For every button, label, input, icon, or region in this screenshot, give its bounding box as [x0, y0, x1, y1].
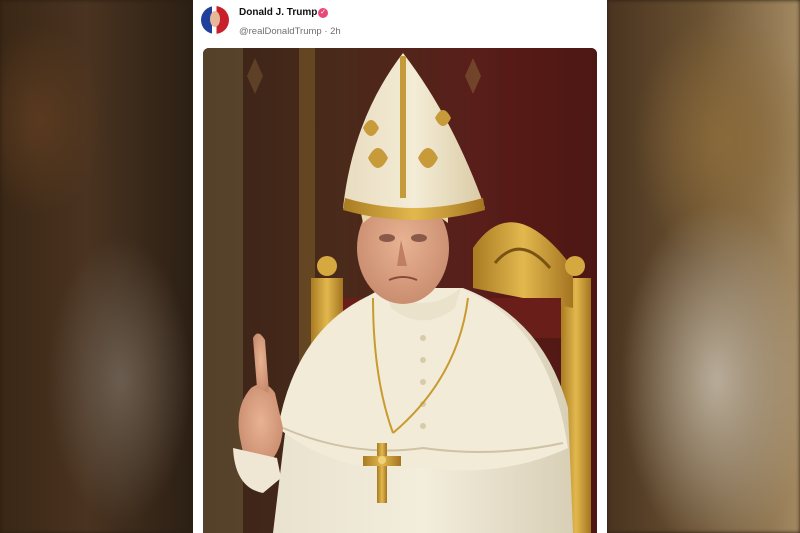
- author-handle[interactable]: @realDonaldTrump: [239, 26, 322, 37]
- post-header: Donald J. Trump ✓ @realDonaldTrump · 2h: [201, 4, 599, 44]
- social-post-card: Donald J. Trump ✓ @realDonaldTrump · 2h: [193, 0, 607, 533]
- avatar-face-icon: [210, 11, 220, 27]
- author-meta: @realDonaldTrump · 2h: [239, 26, 341, 37]
- blurred-backdrop-right: [607, 0, 800, 533]
- blurred-backdrop-left: [0, 0, 193, 533]
- verified-badge-icon: ✓: [318, 8, 328, 18]
- post-timestamp[interactable]: 2h: [330, 26, 341, 37]
- post-image[interactable]: [203, 48, 597, 533]
- author-display-name[interactable]: Donald J. Trump: [239, 7, 317, 18]
- avatar[interactable]: [201, 6, 229, 34]
- papal-portrait-image: [203, 48, 597, 533]
